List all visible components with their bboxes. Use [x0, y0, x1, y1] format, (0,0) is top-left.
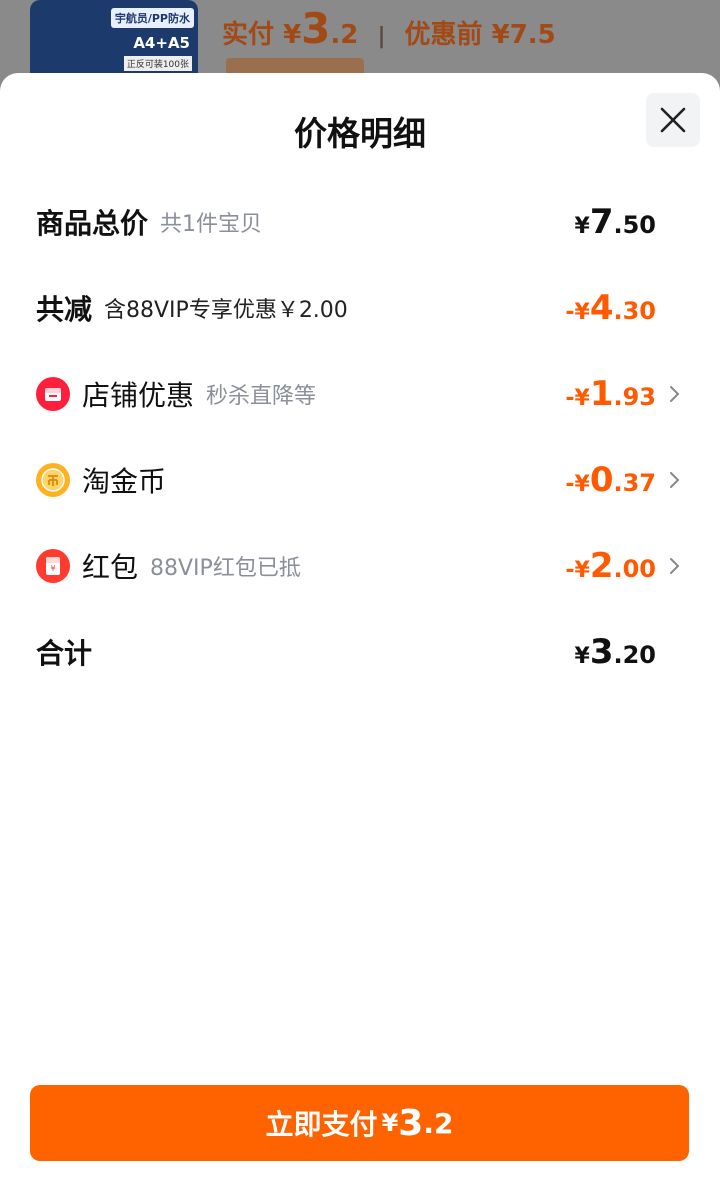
- amount-sign: ¥: [574, 214, 590, 239]
- row-sum: 合计 ¥3.20: [36, 627, 686, 677]
- amount-dec: .20: [613, 641, 656, 669]
- price-separator: |: [377, 24, 386, 49]
- row-shop-discount[interactable]: 店铺优惠 秒杀直降等 -¥ 1.93: [36, 369, 686, 419]
- discount-amount: -¥ 4.30: [565, 283, 656, 333]
- chevron-right-icon: [670, 386, 680, 402]
- coin-icon: [36, 463, 70, 497]
- pay-button-sign: ¥: [381, 1109, 399, 1137]
- red-packet-sub: 88VIP红包已抵: [150, 556, 301, 581]
- original-label: 优惠前: [404, 20, 483, 50]
- amount-dec: .30: [613, 297, 656, 325]
- shop-discount-sub: 秒杀直降等: [206, 384, 317, 409]
- pay-now-button[interactable]: 立即支付 ¥ 3 .2: [30, 1085, 689, 1161]
- amount-int: 3: [589, 632, 614, 672]
- paid-int: 3: [301, 4, 331, 53]
- amount-int: 2: [589, 546, 614, 586]
- paid-label: 实付: [222, 20, 275, 50]
- discount-label: 共减: [36, 293, 93, 326]
- shop-discount-amount: -¥ 1.93: [565, 369, 656, 419]
- row-total-price: 商品总价 共1件宝贝 ¥7.50: [36, 197, 686, 247]
- thumbnail-size: A4+A5: [133, 34, 190, 52]
- amount-dec: .00: [613, 555, 656, 583]
- sheet-title: 价格明细: [294, 114, 426, 153]
- discount-sub: 含88VIP专享优惠￥2.00: [104, 298, 348, 323]
- sum-amount: ¥3.20: [575, 627, 657, 677]
- shop-icon: [36, 377, 70, 411]
- red-packet-label: 红包: [82, 551, 139, 584]
- amount-sign: -¥: [565, 386, 590, 411]
- paid-symbol: ¥: [283, 20, 302, 50]
- price-detail-sheet: 价格明细 商品总价 共1件宝贝 ¥7.50 共减 含88VIP专享优惠￥2.00…: [0, 73, 720, 1187]
- chevron-right-icon: [670, 558, 680, 574]
- amount-sign: ¥: [574, 644, 590, 669]
- close-button[interactable]: [646, 93, 700, 147]
- total-price-label: 商品总价: [36, 207, 149, 240]
- amount-int: 1: [589, 374, 614, 414]
- amount-sign: -¥: [565, 300, 590, 325]
- chevron-right-icon: [670, 472, 680, 488]
- coin-amount: -¥ 0.37: [565, 455, 656, 505]
- red-packet-amount: -¥ 2.00: [565, 541, 656, 591]
- shop-discount-label: 店铺优惠: [82, 379, 195, 412]
- original-price: ¥7.5: [491, 20, 556, 50]
- total-price-amount: ¥7.50: [575, 197, 657, 247]
- amount-int: 7: [589, 202, 614, 242]
- row-total-discount: 共减 含88VIP专享优惠￥2.00 -¥ 4.30: [36, 283, 686, 333]
- paid-dec: .2: [330, 20, 359, 50]
- close-icon: [660, 107, 686, 133]
- background-price: 实付 ¥3.2 | 优惠前 ¥7.5: [222, 4, 556, 53]
- svg-text:¥: ¥: [50, 564, 55, 573]
- amount-dec: .50: [613, 211, 656, 239]
- red-packet-icon: ¥: [36, 549, 70, 583]
- sum-label: 合计: [36, 637, 93, 670]
- amount-sign: -¥: [565, 558, 590, 583]
- row-taojinbi[interactable]: 淘金币 -¥ 0.37: [36, 455, 686, 505]
- amount-dec: .37: [613, 469, 656, 497]
- thumbnail-caption: 正反可装100张: [123, 56, 192, 71]
- amount-int: 0: [589, 460, 614, 500]
- amount-sign: -¥: [565, 472, 590, 497]
- thumbnail-tag: 宇航员/PP防水: [110, 8, 194, 28]
- amount-int: 4: [589, 288, 614, 328]
- pay-button-dec: .2: [423, 1106, 454, 1140]
- pay-button-int: 3: [398, 1102, 424, 1144]
- row-red-packet[interactable]: ¥ 红包 88VIP红包已抵 -¥ 2.00: [36, 541, 686, 591]
- pay-button-label: 立即支付: [265, 1108, 378, 1141]
- amount-dec: .93: [613, 383, 656, 411]
- total-price-sub: 共1件宝贝: [160, 212, 263, 237]
- coin-label: 淘金币: [82, 465, 167, 498]
